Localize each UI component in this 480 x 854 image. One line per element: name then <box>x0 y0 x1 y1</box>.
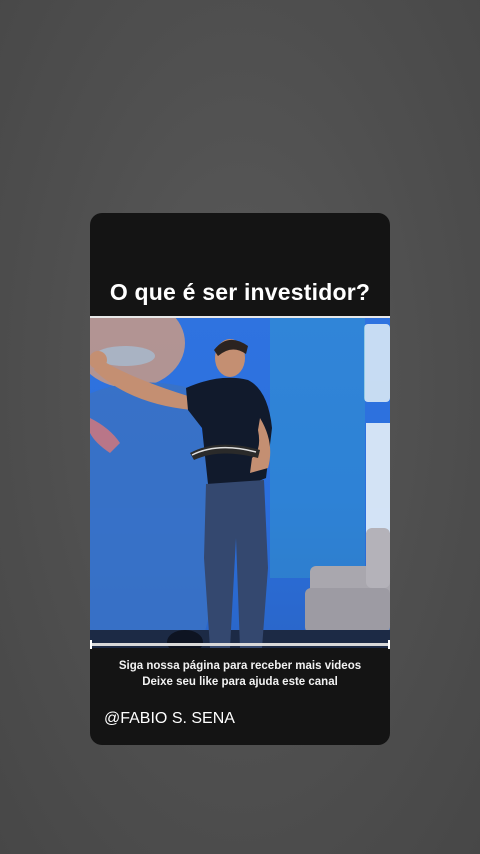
video-frame-illustration <box>90 318 390 648</box>
background-screen-text <box>364 324 390 533</box>
caption-line: Deixe seu like para ajuda este canal <box>142 676 338 688</box>
story-title: O que é ser investidor? <box>109 279 371 305</box>
video-progress-bar[interactable] <box>90 640 390 649</box>
progress-end-marker <box>388 640 390 649</box>
video-player[interactable] <box>90 316 390 648</box>
progress-start-marker <box>90 640 92 649</box>
channel-handle[interactable]: @FABIO S. SENA <box>104 710 235 728</box>
story-card: O que é ser investidor? Siga nossa págin… <box>90 213 390 745</box>
caption-line: Siga nossa página para receber mais vide… <box>118 660 362 672</box>
video-caption: Siga nossa página para receber mais vide… <box>90 658 390 690</box>
